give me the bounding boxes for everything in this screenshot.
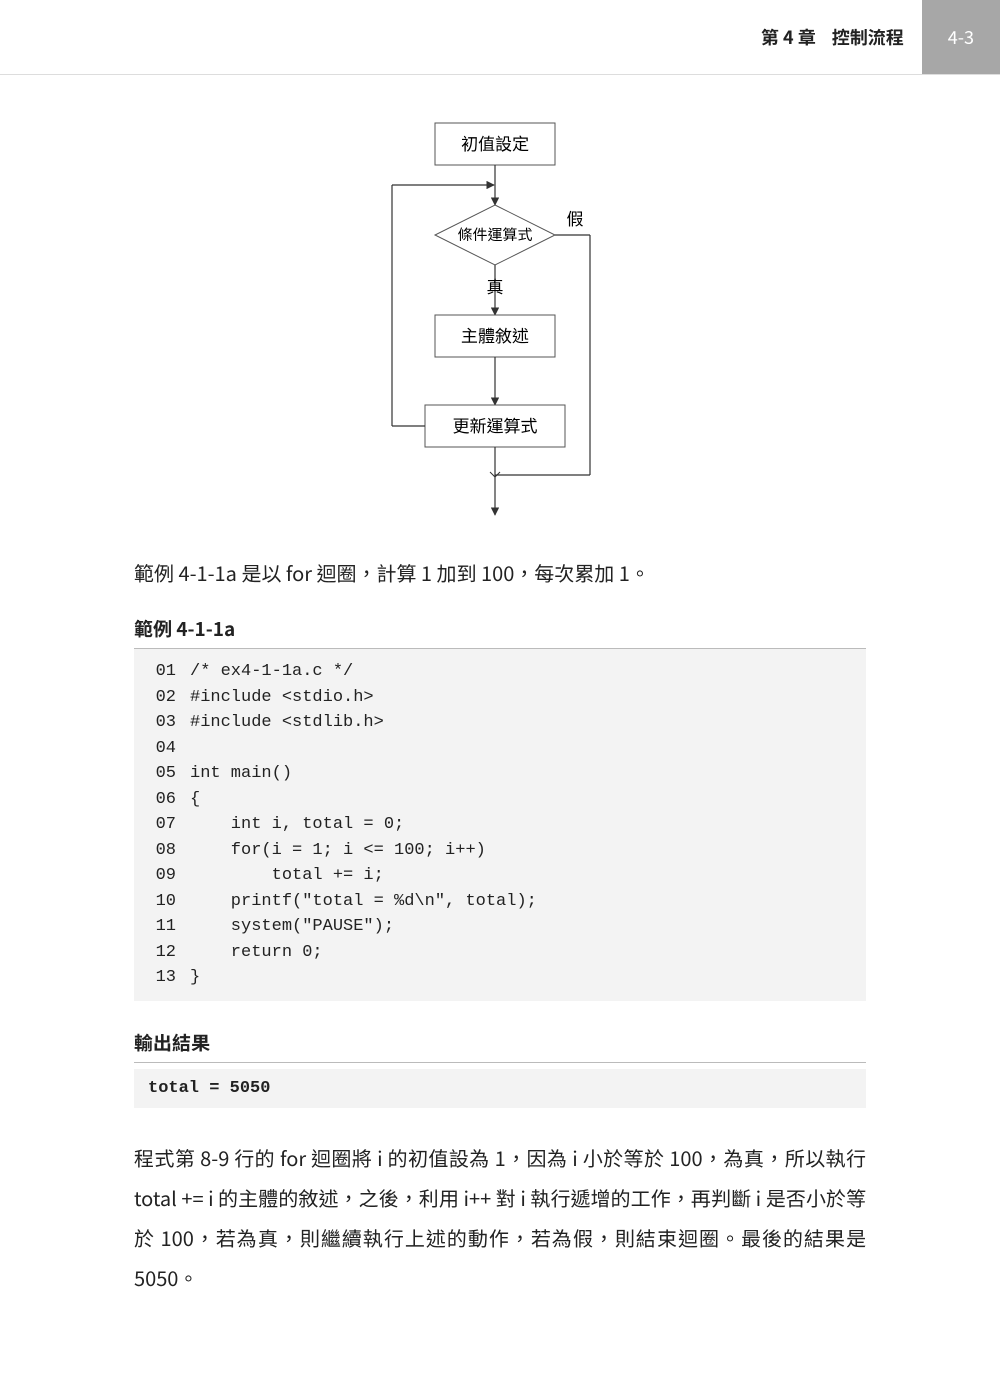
code-line: 12 return 0;	[140, 940, 860, 966]
code-line: 07 int i, total = 0;	[140, 812, 860, 838]
intro-text: 範例 4-1-1a 是以 for 迴圈，計算 1 加到 100，每次累加 1。	[134, 555, 866, 591]
flow-label-cond: 條件運算式	[457, 224, 532, 245]
code-line: 10 printf("total = %d\n", total);	[140, 889, 860, 915]
flow-label-update: 更新運算式	[453, 412, 538, 437]
code-text: printf("total = %d\n", total);	[190, 889, 537, 915]
code-text: int main()	[190, 761, 292, 787]
code-text: for(i = 1; i <= 100; i++)	[190, 838, 486, 864]
body-paragraph: 程式第 8-9 行的 for 迴圈將 i 的初值設為 1，因為 i 小於等於 1…	[134, 1138, 866, 1298]
code-text: int i, total = 0;	[190, 812, 404, 838]
line-number: 04	[140, 736, 190, 762]
flow-label-body: 主體敘述	[461, 322, 529, 347]
flow-label-true: 真	[487, 273, 504, 298]
code-line: 09 total += i;	[140, 863, 860, 889]
line-number: 08	[140, 838, 190, 864]
code-line: 05int main()	[140, 761, 860, 787]
flowchart-figure: 初值設定 條件運算式 假 真 主體敘述 更新運算式	[134, 115, 866, 525]
code-text: #include <stdio.h>	[190, 685, 374, 711]
code-text: /* ex4-1-1a.c */	[190, 659, 353, 685]
line-number: 10	[140, 889, 190, 915]
code-line: 04	[140, 736, 860, 762]
line-number: 05	[140, 761, 190, 787]
page: 第 4 章 控制流程 4-3 初值設定 條件運算式	[0, 0, 1000, 1378]
code-line: 11 system("PAUSE");	[140, 914, 860, 940]
code-line: 06{	[140, 787, 860, 813]
output-heading: 輸出結果	[134, 1029, 866, 1063]
code-line: 08 for(i = 1; i <= 100; i++)	[140, 838, 860, 864]
chapter-title: 控制流程	[828, 0, 922, 74]
code-block: 01/* ex4-1-1a.c */02#include <stdio.h>03…	[134, 649, 866, 1001]
code-text: #include <stdlib.h>	[190, 710, 384, 736]
flowchart-svg: 初值設定 條件運算式 假 真 主體敘述 更新運算式	[360, 115, 640, 525]
line-number: 01	[140, 659, 190, 685]
code-line: 13}	[140, 965, 860, 991]
line-number: 07	[140, 812, 190, 838]
flow-label-false: 假	[567, 205, 584, 230]
code-text: system("PAUSE");	[190, 914, 394, 940]
code-text: return 0;	[190, 940, 323, 966]
content-area: 初值設定 條件運算式 假 真 主體敘述 更新運算式	[0, 115, 1000, 1298]
chapter-label: 第 4 章	[749, 0, 828, 74]
code-text: total += i;	[190, 863, 384, 889]
line-number: 11	[140, 914, 190, 940]
line-number: 03	[140, 710, 190, 736]
page-number-badge: 4-3	[922, 0, 1000, 74]
line-number: 13	[140, 965, 190, 991]
line-number: 12	[140, 940, 190, 966]
code-line: 03#include <stdlib.h>	[140, 710, 860, 736]
flow-label-init: 初值設定	[461, 130, 529, 155]
code-text: }	[190, 965, 200, 991]
line-number: 02	[140, 685, 190, 711]
code-line: 01/* ex4-1-1a.c */	[140, 659, 860, 685]
output-block: total = 5050	[134, 1069, 866, 1108]
line-number: 09	[140, 863, 190, 889]
example-heading: 範例 4-1-1a	[134, 615, 866, 649]
code-text: {	[190, 787, 200, 813]
line-number: 06	[140, 787, 190, 813]
page-header: 第 4 章 控制流程 4-3	[0, 0, 1000, 75]
code-line: 02#include <stdio.h>	[140, 685, 860, 711]
